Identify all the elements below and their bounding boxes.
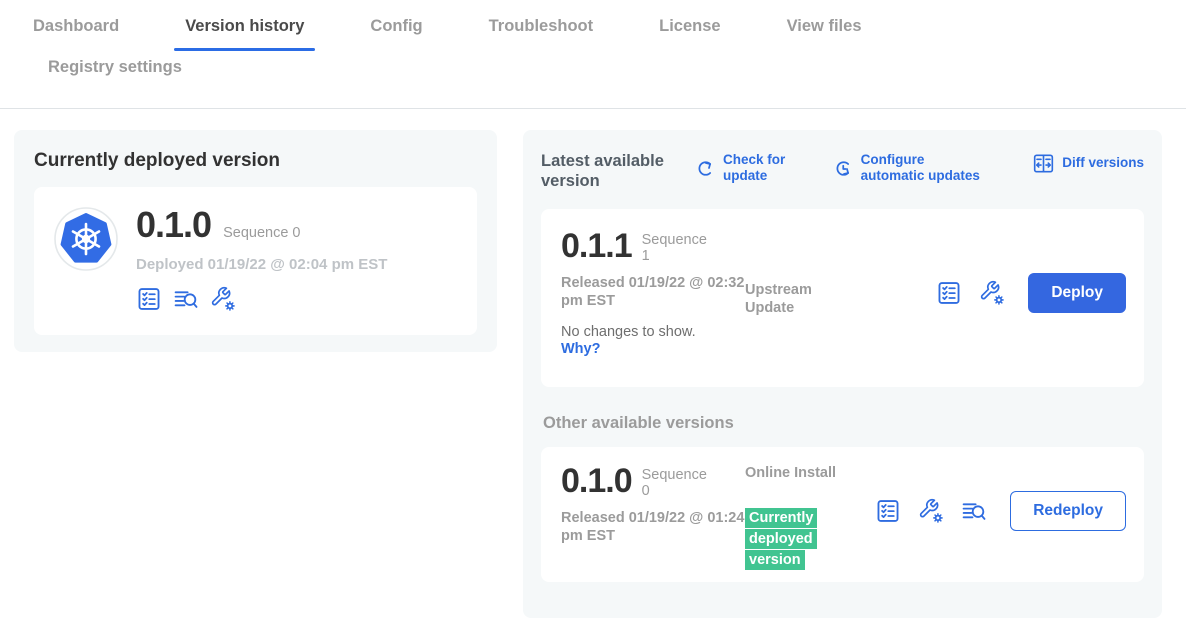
tab-config[interactable]: Config xyxy=(337,12,455,51)
diff-versions-label: Diff versions xyxy=(1062,155,1144,171)
latest-version-source: Upstream Update xyxy=(745,281,837,317)
redeploy-button[interactable]: Redeploy xyxy=(1010,491,1126,531)
nav-tabs-row-1: Dashboard Version history Config Trouble… xyxy=(0,0,1186,51)
auto-update-schedule-icon xyxy=(833,158,854,179)
check-for-update-label: Check for update xyxy=(723,152,789,184)
edit-config-icon[interactable] xyxy=(210,286,236,312)
other-version-number: 0.1.0 xyxy=(561,464,632,498)
latest-sequence-label: Sequence 1 xyxy=(642,232,712,265)
tab-view-files[interactable]: View files xyxy=(754,12,895,51)
currently-deployed-details: 0.1.0 Sequence 0 Deployed 01/19/22 @ 02:… xyxy=(136,207,387,312)
diff-versions-link[interactable]: Diff versions xyxy=(1032,152,1144,175)
diff-versions-icon xyxy=(1032,152,1055,175)
deploy-logs-icon[interactable] xyxy=(961,498,987,524)
check-for-update-link[interactable]: Check for update xyxy=(695,152,789,184)
tab-dashboard[interactable]: Dashboard xyxy=(0,12,152,51)
latest-version-actions: Deploy xyxy=(936,273,1126,313)
no-changes-note: No changes to show. xyxy=(561,324,1124,340)
refresh-icon xyxy=(695,158,716,179)
tab-version-history[interactable]: Version history xyxy=(152,12,337,51)
latest-released-timestamp: Released 01/19/22 @ 02:32 pm EST xyxy=(561,274,746,310)
latest-available-header: Latest available version Check for updat… xyxy=(541,152,1144,192)
configure-automatic-updates-label: Configure automatic updates xyxy=(861,152,989,184)
currently-deployed-title: Currently deployed version xyxy=(34,150,477,172)
version-history-page: Currently deployed version 0.1.0 Sequenc… xyxy=(0,109,1186,640)
deploy-logs-icon[interactable] xyxy=(173,286,199,312)
edit-config-icon[interactable] xyxy=(979,280,1005,306)
deploy-button[interactable]: Deploy xyxy=(1028,273,1126,313)
other-version-actions: Redeploy xyxy=(875,491,1126,531)
other-version-source: Online Install xyxy=(745,464,837,482)
currently-deployed-card: 0.1.0 Sequence 0 Deployed 01/19/22 @ 02:… xyxy=(34,187,477,335)
configure-automatic-updates-link[interactable]: Configure automatic updates xyxy=(833,152,989,184)
currently-deployed-panel: Currently deployed version 0.1.0 Sequenc… xyxy=(14,130,497,352)
preflight-checks-icon[interactable] xyxy=(136,286,162,312)
preflight-checks-icon[interactable] xyxy=(936,280,962,306)
latest-version-number: 0.1.1 xyxy=(561,229,632,263)
other-available-versions-title: Other available versions xyxy=(543,414,1142,433)
kubernetes-logo xyxy=(54,207,118,271)
preflight-checks-icon[interactable] xyxy=(875,498,901,524)
other-sequence-label: Sequence 0 xyxy=(642,467,712,500)
other-version-card: 0.1.0 Sequence 0 Released 01/19/22 @ 01:… xyxy=(541,447,1144,582)
why-link[interactable]: Why? xyxy=(561,341,600,357)
currently-deployed-badge: Currently deployed version xyxy=(745,508,817,570)
other-released-timestamp: Released 01/19/22 @ 01:24 pm EST xyxy=(561,509,746,545)
latest-available-title: Latest available version xyxy=(541,152,673,192)
available-versions-panel: Latest available version Check for updat… xyxy=(523,130,1162,618)
deployed-timestamp: Deployed 01/19/22 @ 02:04 pm EST xyxy=(136,256,387,273)
top-navbar: Dashboard Version history Config Trouble… xyxy=(0,0,1186,109)
edit-config-icon[interactable] xyxy=(918,498,944,524)
currently-deployed-badge-wrap: Currently deployed version xyxy=(745,508,827,571)
latest-version-card: 0.1.1 Sequence 1 Released 01/19/22 @ 02:… xyxy=(541,209,1144,387)
current-version-number: 0.1.0 xyxy=(136,207,211,243)
tab-registry-settings[interactable]: Registry settings xyxy=(15,53,215,92)
current-sequence-label: Sequence 0 xyxy=(223,225,300,242)
tab-license[interactable]: License xyxy=(626,12,753,51)
tab-troubleshoot[interactable]: Troubleshoot xyxy=(456,12,627,51)
nav-tabs-row-2: Registry settings xyxy=(0,51,1186,108)
